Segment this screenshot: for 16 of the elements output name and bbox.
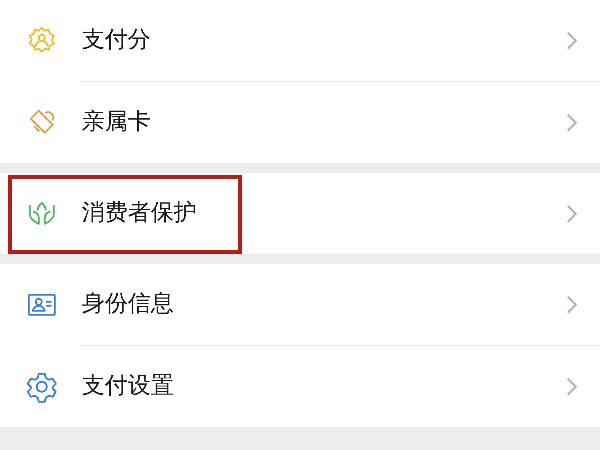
chevron-icon (566, 204, 578, 224)
menu-item-label: 亲属卡 (82, 108, 152, 138)
menu-item-label: 身份信息 (82, 290, 175, 320)
settings-icon (26, 370, 58, 402)
menu-item[interactable]: 支付分 (0, 0, 600, 81)
chevron-icon (566, 30, 578, 50)
menu-item-label: 支付分 (82, 26, 152, 56)
menu-item[interactable]: 支付设置 (0, 346, 600, 427)
menu-item[interactable]: 身份信息 (0, 264, 600, 345)
menu-item-label: 支付设置 (82, 372, 175, 402)
menu-item[interactable]: 消费者保护 (0, 173, 600, 254)
chevron-icon (566, 112, 578, 132)
chevron-icon (566, 376, 578, 396)
menu-item[interactable]: 亲属卡 (0, 82, 600, 163)
chevron-icon (566, 294, 578, 314)
menu-item-label: 消费者保护 (82, 199, 198, 228)
